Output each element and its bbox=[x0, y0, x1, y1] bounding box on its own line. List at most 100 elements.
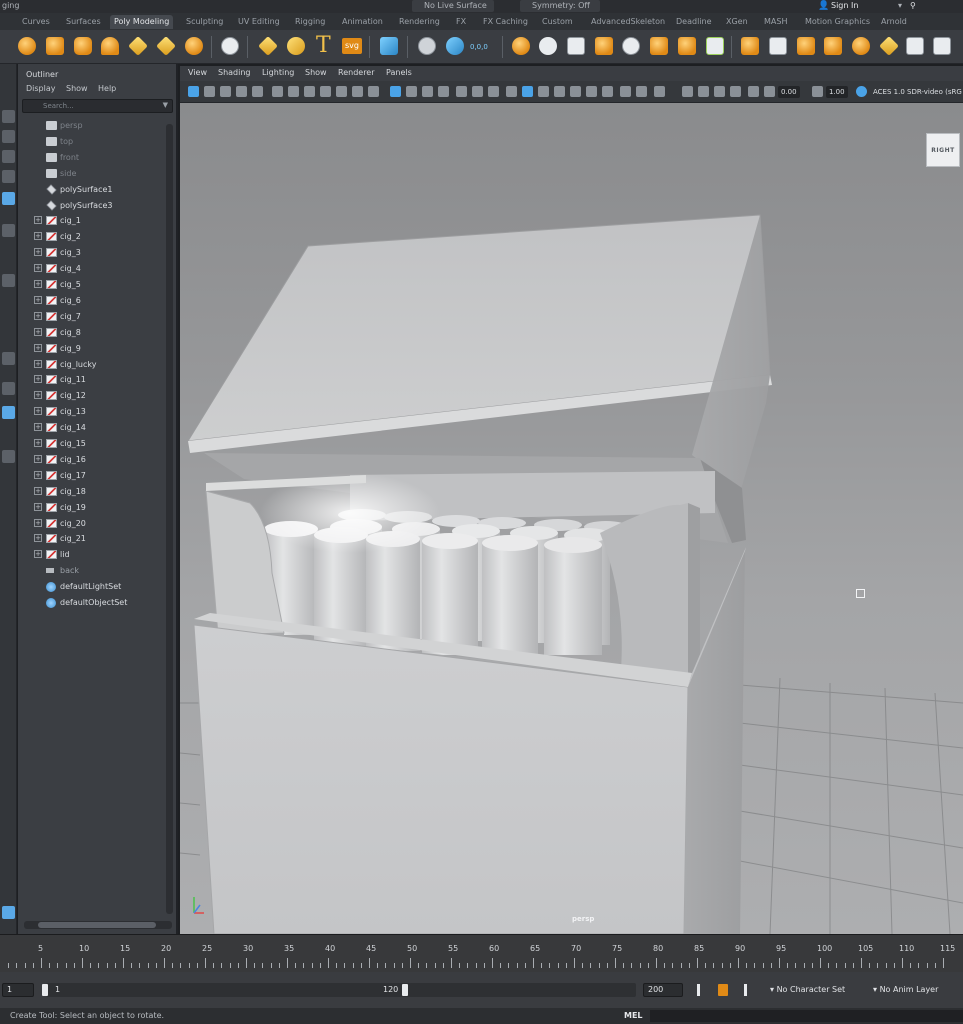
scale-tool-icon[interactable] bbox=[2, 224, 15, 237]
range-end-handle[interactable] bbox=[402, 984, 408, 996]
outliner-item[interactable]: + cig_16 bbox=[18, 452, 168, 467]
shelf-tab-rendering[interactable]: Rendering bbox=[395, 15, 444, 29]
paint-tool-icon[interactable] bbox=[2, 150, 15, 163]
range-inner-start[interactable]: 1 bbox=[55, 985, 60, 994]
expand-icon[interactable]: + bbox=[34, 439, 42, 447]
shelf-tab-deadline[interactable]: Deadline bbox=[672, 15, 716, 29]
character-set-menu[interactable]: ▾ No Character Set bbox=[770, 983, 845, 997]
shelf-tab-fx-caching[interactable]: FX Caching bbox=[479, 15, 532, 29]
shelf-tab-surfaces[interactable]: Surfaces bbox=[62, 15, 105, 29]
layout-custom-icon[interactable] bbox=[2, 906, 15, 919]
bookmark-icon[interactable] bbox=[220, 86, 231, 97]
expand-icon[interactable]: + bbox=[34, 454, 42, 463]
outliner-item[interactable]: + cig_13 bbox=[18, 404, 168, 419]
bevel-icon[interactable] bbox=[769, 37, 787, 55]
expand-icon[interactable]: + bbox=[34, 216, 42, 225]
expand-icon[interactable]: + bbox=[34, 375, 42, 384]
anti-aliasing-icon[interactable] bbox=[620, 86, 631, 97]
outliner-item[interactable]: + cig_21 bbox=[18, 531, 168, 546]
grid-toggle-icon[interactable] bbox=[252, 86, 263, 97]
outliner-item[interactable]: + cig_9 bbox=[18, 341, 168, 356]
expand-icon[interactable]: + bbox=[34, 280, 42, 288]
shelf-tab-sculpting[interactable]: Sculpting bbox=[182, 15, 227, 29]
expand-icon[interactable]: + bbox=[34, 518, 42, 527]
poly-sphere-icon[interactable] bbox=[18, 37, 36, 55]
poly-cube-icon[interactable] bbox=[46, 37, 64, 55]
outliner-item[interactable]: + cig_12 bbox=[18, 388, 168, 403]
separate-icon[interactable] bbox=[539, 37, 557, 55]
shelf-tab-curves[interactable]: Curves bbox=[18, 15, 54, 29]
outliner-item[interactable]: + cig_20 bbox=[18, 516, 168, 531]
command-input[interactable] bbox=[650, 1010, 963, 1022]
view-cube[interactable]: RIGHT bbox=[926, 133, 960, 167]
shelf-tab-animation[interactable]: Animation bbox=[338, 15, 387, 29]
motion-blur-icon[interactable] bbox=[602, 86, 613, 97]
xray-joints-icon[interactable] bbox=[472, 86, 483, 97]
layout-four-icon[interactable] bbox=[2, 382, 15, 395]
end-time-field[interactable]: 200 bbox=[643, 983, 683, 997]
snapshot-icon[interactable] bbox=[714, 86, 725, 97]
range-slider[interactable] bbox=[46, 983, 636, 997]
svg-tool-icon[interactable]: svg bbox=[342, 38, 362, 54]
select-reset-icon[interactable] bbox=[446, 37, 464, 55]
poly-platonic-icon[interactable] bbox=[221, 37, 239, 55]
menu-panels[interactable]: Panels bbox=[386, 68, 412, 77]
outliner-item[interactable]: + cig_3 bbox=[18, 245, 168, 260]
outliner-item[interactable]: polySurface3 bbox=[18, 198, 168, 213]
textured-icon[interactable] bbox=[538, 86, 549, 97]
scroll-thumb[interactable] bbox=[38, 922, 156, 928]
expand-icon[interactable]: + bbox=[34, 232, 42, 241]
vertical-scrollbar[interactable] bbox=[166, 124, 173, 914]
shelf-tab-rigging[interactable]: Rigging bbox=[291, 15, 329, 29]
hud-icon[interactable] bbox=[698, 86, 709, 97]
expand-icon[interactable]: + bbox=[34, 359, 42, 368]
shelf-tab-uv-editing[interactable]: UV Editing bbox=[234, 15, 284, 29]
expand-icon[interactable]: + bbox=[34, 248, 42, 257]
mode-menu[interactable]: ging bbox=[2, 1, 19, 10]
shadows-icon[interactable] bbox=[570, 86, 581, 97]
expand-icon[interactable]: + bbox=[34, 423, 42, 432]
shelf-tab-mash[interactable]: MASH bbox=[760, 15, 791, 29]
expand-icon[interactable]: + bbox=[34, 407, 42, 416]
outliner-item[interactable]: + cig_8 bbox=[18, 325, 168, 340]
outliner-item[interactable]: + cig_18 bbox=[18, 484, 168, 499]
outliner-item[interactable]: back bbox=[18, 563, 168, 578]
safe-title-icon[interactable] bbox=[352, 86, 363, 97]
outliner-item[interactable]: + lid bbox=[18, 547, 168, 562]
menu-display[interactable]: Display bbox=[26, 84, 56, 93]
search-icon[interactable]: ⚲ bbox=[910, 1, 916, 10]
expand-icon[interactable]: + bbox=[34, 295, 42, 304]
expand-icon[interactable]: + bbox=[34, 486, 42, 495]
field-chart-icon[interactable] bbox=[320, 86, 331, 97]
fill-hole-icon[interactable] bbox=[678, 37, 696, 55]
menu-show[interactable]: Show bbox=[305, 68, 327, 77]
menu-help[interactable]: Help bbox=[98, 84, 116, 93]
depth-of-field-icon[interactable] bbox=[636, 86, 647, 97]
outliner-item[interactable]: + cig_5 bbox=[18, 277, 168, 292]
viewport[interactable]: RIGHT persp bbox=[180, 103, 963, 934]
anim-layer-menu[interactable]: ▾ No Anim Layer bbox=[873, 983, 938, 997]
layout-single-icon[interactable] bbox=[2, 352, 15, 365]
chevron-down-icon[interactable]: ▾ bbox=[898, 1, 902, 10]
extract-icon[interactable] bbox=[567, 37, 585, 55]
gamma-field[interactable]: 1.00 bbox=[826, 86, 848, 98]
expand-icon[interactable]: + bbox=[34, 550, 42, 559]
wireframe-on-shaded-icon[interactable] bbox=[438, 86, 449, 97]
smooth-icon[interactable] bbox=[622, 37, 640, 55]
time-slider[interactable]: 5 10 15 20 25 30 35 40 45 50 55 60 65 70 75 80 85 90 95 100… bbox=[0, 934, 963, 972]
expand-icon[interactable] bbox=[730, 86, 741, 97]
expand-icon[interactable]: + bbox=[34, 502, 42, 511]
grid-icon[interactable] bbox=[380, 37, 398, 55]
outliner-item[interactable]: polySurface1 bbox=[18, 182, 168, 197]
horizontal-scrollbar[interactable] bbox=[24, 921, 172, 929]
lasso-tool-icon[interactable] bbox=[2, 130, 15, 143]
menu-shading[interactable]: Shading bbox=[218, 68, 251, 77]
xray-icon[interactable] bbox=[456, 86, 467, 97]
move-tool-icon[interactable] bbox=[2, 170, 15, 183]
mirror-icon[interactable] bbox=[706, 37, 724, 55]
menu-renderer[interactable]: Renderer bbox=[338, 68, 375, 77]
gear-icon[interactable] bbox=[748, 86, 759, 97]
poly-torus-icon[interactable] bbox=[128, 36, 148, 56]
image-plane-icon[interactable] bbox=[236, 86, 247, 97]
exposure-icon[interactable] bbox=[764, 86, 775, 97]
